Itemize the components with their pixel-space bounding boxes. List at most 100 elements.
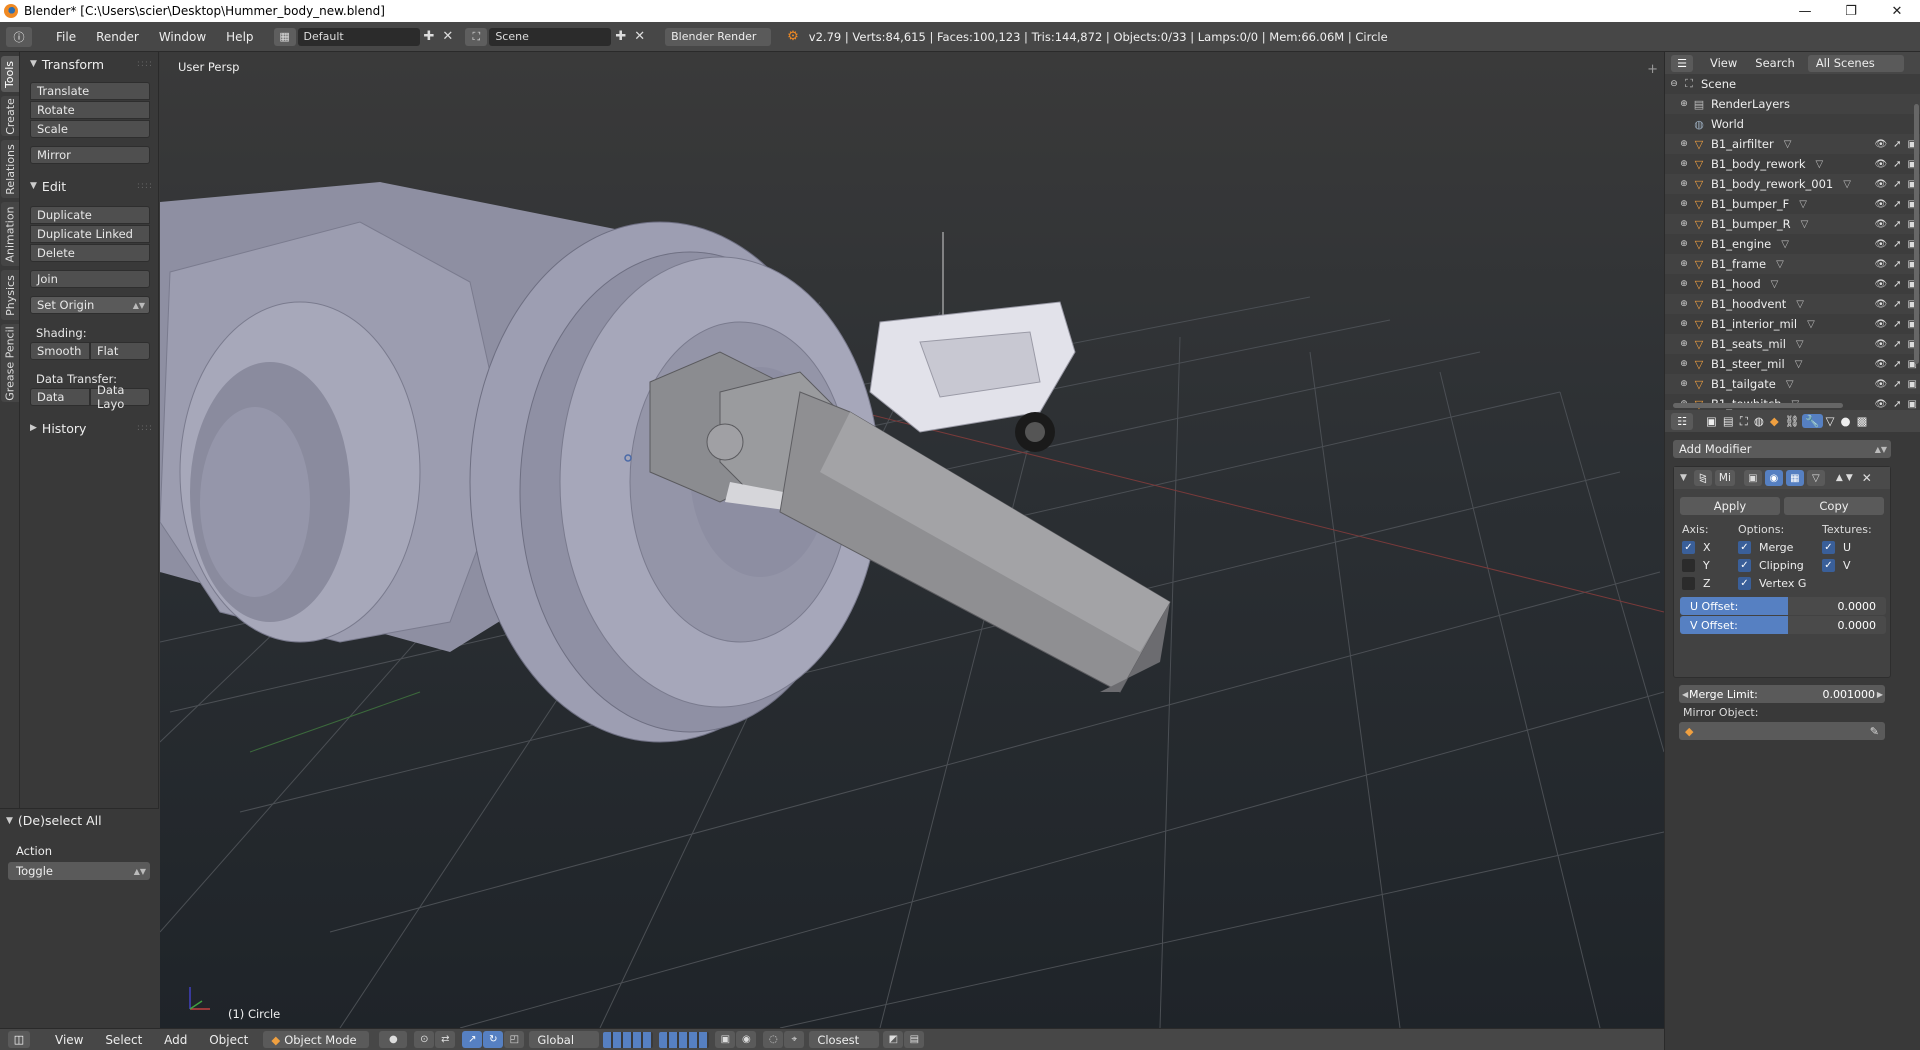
expand-icon[interactable]: ⊖ <box>1669 79 1679 89</box>
grip-icon[interactable]: :::: <box>137 181 153 191</box>
visibility-eye-icon[interactable]: 👁 <box>1874 139 1887 150</box>
axis-z-checkbox[interactable]: Z <box>1682 577 1711 590</box>
expand-icon[interactable]: ⊕ <box>1679 339 1689 349</box>
tab-grease-pencil[interactable]: Grease Pencil <box>1 324 19 402</box>
outliner-object-row[interactable]: ⊕ ▽ B1_engine ▽ 👁 ➚ ▣ <box>1665 234 1920 254</box>
modifier-name-field[interactable]: Mi <box>1714 470 1735 486</box>
rotate-manipulator-icon[interactable]: ↻ <box>483 1031 504 1048</box>
action-select[interactable]: Toggle ▲▼ <box>8 862 150 880</box>
visibility-eye-icon[interactable]: 👁 <box>1874 279 1887 290</box>
outliner-object-row[interactable]: ⊕ ▽ B1_bumper_R ▽ 👁 ➚ ▣ <box>1665 214 1920 234</box>
remove-modifier-icon[interactable]: ✕ <box>1862 471 1872 485</box>
data-button[interactable]: Data <box>30 388 90 406</box>
visibility-eye-icon[interactable]: 👁 <box>1874 379 1887 390</box>
snap-toggle-icon[interactable]: ⌖ <box>784 1031 805 1048</box>
show-render-icon[interactable]: ◉ <box>1764 470 1783 486</box>
outliner-world-row[interactable]: ◍ World <box>1665 114 1920 134</box>
data-layout-button[interactable]: Data Layo <box>90 383 150 411</box>
v-offset-field[interactable]: V Offset: 0.0000 <box>1680 616 1886 634</box>
outliner-scrollbar[interactable] <box>1914 104 1919 364</box>
layers-grid-a[interactable] <box>603 1031 654 1048</box>
rotate-button[interactable]: Rotate <box>30 101 150 119</box>
context-world-icon[interactable]: ◍ <box>1751 414 1767 428</box>
move-down-icon[interactable]: ▼ <box>1846 473 1853 483</box>
menu-view[interactable]: View <box>46 1033 92 1047</box>
expand-icon[interactable]: ⊕ <box>1679 219 1689 229</box>
mesh-data-icon[interactable]: ▽ <box>1807 319 1815 330</box>
lock-layers-icon[interactable]: ▣ <box>715 1031 736 1048</box>
menu-render[interactable]: Render <box>86 30 149 44</box>
scale-manipulator-icon[interactable]: ◰ <box>504 1031 525 1048</box>
visibility-eye-icon[interactable]: 👁 <box>1874 339 1887 350</box>
context-data-icon[interactable]: ▽ <box>1823 414 1838 428</box>
move-up-icon[interactable]: ▲ <box>1836 473 1843 483</box>
vertex-groups-checkbox[interactable]: ✓ Vertex G <box>1738 577 1806 590</box>
expand-icon[interactable]: ⊕ <box>1679 99 1689 109</box>
context-constraints-icon[interactable]: ⛓ <box>1782 414 1803 428</box>
history-panel-header[interactable]: ▶ History :::: <box>20 418 159 438</box>
show-cage-icon[interactable]: ▣ <box>1743 470 1762 486</box>
screen-layout-field[interactable]: Default <box>297 27 420 46</box>
selectable-arrow-icon[interactable]: ➚ <box>1893 259 1901 270</box>
tab-tools[interactable]: Tools <box>1 56 19 92</box>
viewport-shading-icon[interactable]: ● <box>379 1031 408 1048</box>
tab-relations[interactable]: Relations <box>1 140 19 198</box>
selectable-arrow-icon[interactable]: ➚ <box>1893 219 1901 230</box>
context-layers-icon[interactable]: ▤ <box>1720 414 1737 428</box>
outliner[interactable]: ⊖ ⛶ Scene ⊕ ▤ RenderLayers ◍ World ⊕ ▽ B1_… <box>1665 74 1920 410</box>
selectable-arrow-icon[interactable]: ➚ <box>1893 379 1901 390</box>
mesh-data-icon[interactable]: ▽ <box>1786 379 1794 390</box>
expand-icon[interactable]: ⊕ <box>1679 199 1689 209</box>
mesh-data-icon[interactable]: ▽ <box>1771 279 1779 290</box>
visibility-eye-icon[interactable]: 👁 <box>1874 259 1887 270</box>
scene-field[interactable]: Scene <box>489 27 612 46</box>
copy-button[interactable]: Copy <box>1784 497 1884 515</box>
outliner-object-row[interactable]: ⊕ ▽ B1_hoodvent ▽ 👁 ➚ ▣ <box>1665 294 1920 314</box>
visibility-eye-icon[interactable]: 👁 <box>1874 359 1887 370</box>
add-layout-icon[interactable]: ✚ <box>420 29 439 44</box>
expand-icon[interactable]: ⊕ <box>1679 139 1689 149</box>
expand-icon[interactable]: ⊕ <box>1679 379 1689 389</box>
mode-select[interactable]: ◆ Object Mode <box>263 1031 370 1048</box>
visibility-eye-icon[interactable]: 👁 <box>1874 159 1887 170</box>
add-scene-icon[interactable]: ✚ <box>611 29 630 44</box>
pivot-point-icon[interactable]: ⊙ <box>414 1031 435 1048</box>
outliner-object-row[interactable]: ⊕ ▽ B1_seats_mil ▽ 👁 ➚ ▣ <box>1665 334 1920 354</box>
selectable-arrow-icon[interactable]: ➚ <box>1893 199 1901 210</box>
layers-grid-b[interactable] <box>659 1031 710 1048</box>
duplicate-linked-button[interactable]: Duplicate Linked <box>30 225 150 243</box>
smooth-button[interactable]: Smooth <box>30 342 90 360</box>
increment-arrow-icon[interactable]: ▶ <box>1877 690 1883 699</box>
manipulator-toggle-icon[interactable]: ⇄ <box>435 1031 456 1048</box>
outliner-object-row[interactable]: ⊕ ▽ B1_airfilter ▽ 👁 ➚ ▣ <box>1665 134 1920 154</box>
mesh-data-icon[interactable]: ▽ <box>1784 139 1792 150</box>
menu-window[interactable]: Window <box>149 30 216 44</box>
mirror-button[interactable]: Mirror <box>30 146 150 164</box>
visibility-eye-icon[interactable]: 👁 <box>1874 399 1887 410</box>
expand-icon[interactable]: ⊕ <box>1679 239 1689 249</box>
grip-icon[interactable]: :::: <box>137 59 153 69</box>
expand-icon[interactable]: ⊕ <box>1679 299 1689 309</box>
selectable-arrow-icon[interactable]: ➚ <box>1893 299 1901 310</box>
expand-icon[interactable]: ⊕ <box>1679 179 1689 189</box>
selectable-arrow-icon[interactable]: ➚ <box>1893 399 1901 410</box>
expand-icon[interactable]: ⊕ <box>1679 259 1689 269</box>
mesh-data-icon[interactable]: ▽ <box>1796 339 1804 350</box>
editor-type-properties-icon[interactable]: ☷ <box>1671 412 1693 430</box>
visibility-eye-icon[interactable]: 👁 <box>1874 219 1887 230</box>
visibility-eye-icon[interactable]: 👁 <box>1874 239 1887 250</box>
axis-x-checkbox[interactable]: ✓ X <box>1682 541 1711 554</box>
delete-button[interactable]: Delete <box>30 244 150 262</box>
outliner-scene-row[interactable]: ⊖ ⛶ Scene <box>1665 74 1920 94</box>
editor-type-3dview-icon[interactable]: ◫ <box>8 1031 30 1048</box>
duplicate-button[interactable]: Duplicate <box>30 206 150 224</box>
opengl-render-icon[interactable]: ◩ <box>883 1031 904 1048</box>
join-button[interactable]: Join <box>30 270 150 288</box>
translate-manipulator-icon[interactable]: ↗ <box>462 1031 483 1048</box>
outliner-object-row[interactable]: ⊕ ▽ B1_steer_mil ▽ 👁 ➚ ▣ <box>1665 354 1920 374</box>
mesh-data-icon[interactable]: ▽ <box>1776 259 1784 270</box>
outliner-object-row[interactable]: ⊕ ▽ B1_interior_mil ▽ 👁 ➚ ▣ <box>1665 314 1920 334</box>
collapse-triangle-icon[interactable]: ▼ <box>1680 473 1687 483</box>
3d-viewport[interactable]: User Persp (1) Circle + <box>160 52 1664 1028</box>
visibility-eye-icon[interactable]: 👁 <box>1874 199 1887 210</box>
